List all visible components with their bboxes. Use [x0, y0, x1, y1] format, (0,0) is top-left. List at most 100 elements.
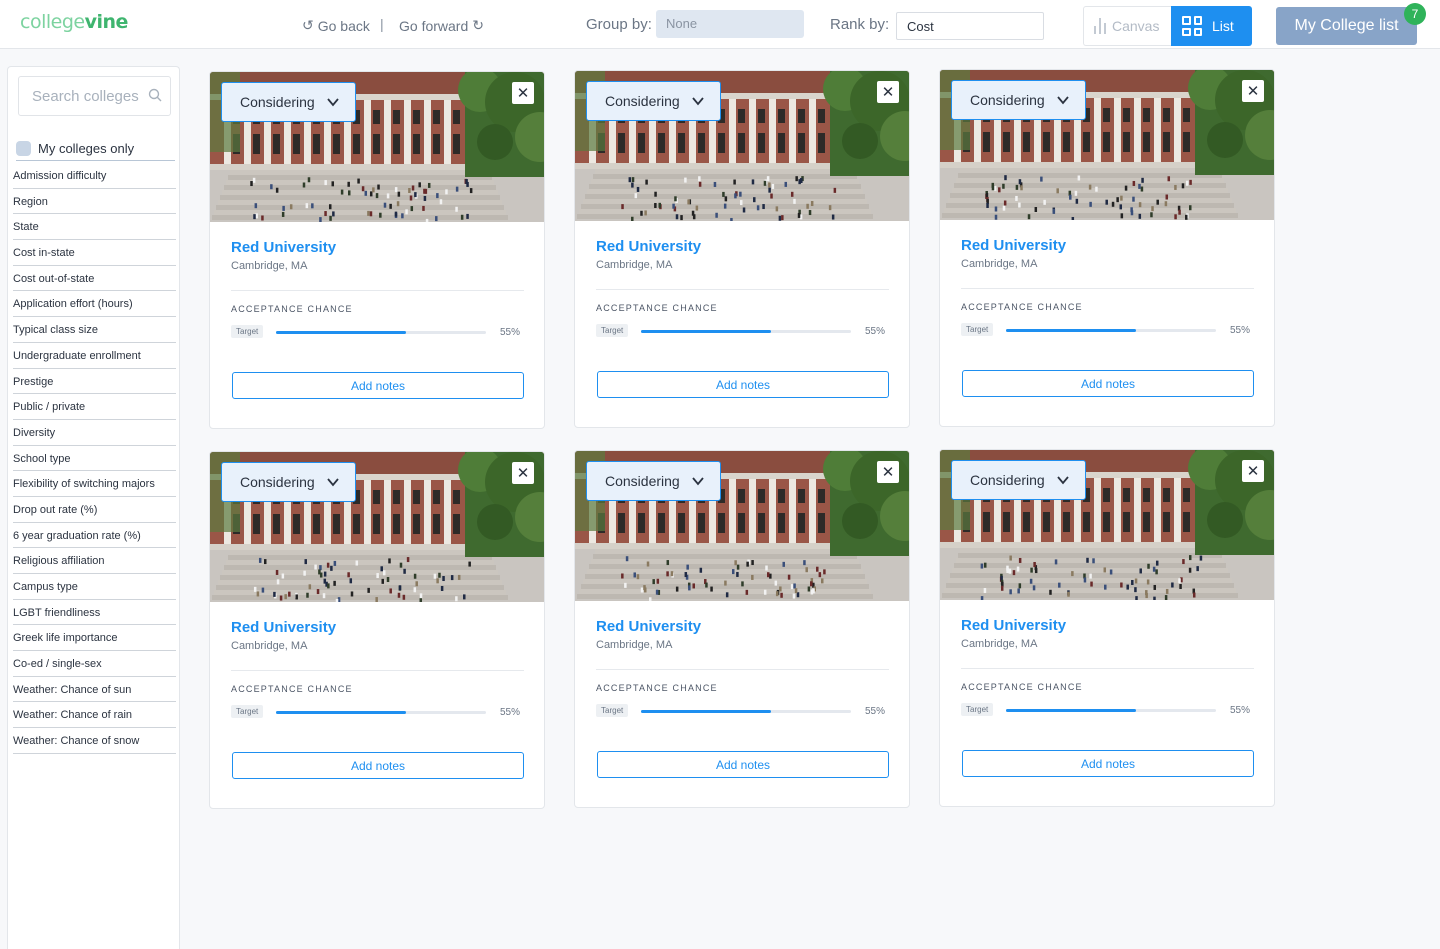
remove-college-button[interactable]: ✕ [877, 81, 899, 103]
filter-item[interactable]: Admission difficulty [13, 163, 176, 189]
filter-item[interactable]: State [13, 214, 176, 241]
card-divider [231, 670, 524, 671]
filter-item[interactable]: Co-ed / single-sex [13, 651, 176, 677]
status-dropdown[interactable]: Considering [221, 82, 356, 122]
group-by-select[interactable]: None [656, 10, 804, 38]
filter-item[interactable]: Weather: Chance of rain [13, 702, 176, 729]
top-bar: collegevine ↺ Go back | Go forward ↻ Gro… [0, 0, 1440, 49]
admission-category-badge: Target [596, 324, 629, 337]
grid-icon [1182, 16, 1202, 36]
list-view-label: List [1212, 18, 1234, 34]
filter-item[interactable]: Diversity [13, 420, 176, 446]
acceptance-chance-heading: ACCEPTANCE CHANCE [596, 303, 718, 313]
canvas-view-button[interactable]: Canvas [1083, 6, 1171, 46]
nav-separator: | [380, 16, 384, 32]
filter-item[interactable]: Prestige [13, 369, 176, 395]
chevron-down-icon [1057, 476, 1069, 485]
status-label: Considering [240, 474, 315, 490]
filter-item[interactable]: Flexibility of switching majors [13, 471, 176, 497]
college-location: Cambridge, MA [231, 260, 308, 272]
close-icon: ✕ [516, 85, 530, 102]
add-notes-button[interactable]: Add notes [597, 751, 889, 778]
chevron-down-icon [327, 98, 339, 107]
filter-item[interactable]: Weather: Chance of sun [13, 677, 176, 703]
add-notes-button[interactable]: Add notes [962, 750, 1254, 777]
chevron-down-icon [1057, 96, 1069, 105]
add-notes-button[interactable]: Add notes [232, 372, 524, 399]
filter-item[interactable]: Public / private [13, 394, 176, 420]
filter-item[interactable]: Religious affiliation [13, 548, 176, 574]
admission-category-badge: Target [596, 704, 629, 717]
filter-item[interactable]: Greek life importance [13, 625, 176, 652]
filter-item[interactable]: 6 year graduation rate (%) [13, 523, 176, 549]
remove-college-button[interactable]: ✕ [877, 461, 899, 483]
acceptance-chance-fill [641, 330, 772, 333]
filter-item[interactable]: Undergraduate enrollment [13, 343, 176, 369]
status-dropdown[interactable]: Considering [586, 81, 721, 121]
admission-category-badge: Target [231, 705, 264, 718]
acceptance-chance-value: 55% [499, 327, 520, 338]
chevron-down-icon [692, 477, 704, 486]
rank-by-select[interactable]: Cost [896, 12, 1044, 40]
list-view-button[interactable]: List [1171, 6, 1252, 46]
acceptance-chance-value: 55% [499, 707, 520, 718]
filter-item[interactable]: LGBT friendliness [13, 600, 176, 626]
status-dropdown[interactable]: Considering [951, 460, 1086, 500]
remove-college-button[interactable]: ✕ [1242, 80, 1264, 102]
canvas-view-label: Canvas [1112, 18, 1160, 34]
filter-item[interactable]: Cost out-of-state [13, 266, 176, 292]
college-card[interactable]: Considering ✕ Red University Cambridge, … [209, 451, 545, 809]
remove-college-button[interactable]: ✕ [1242, 460, 1264, 482]
admission-category-badge: Target [961, 703, 994, 716]
college-name[interactable]: Red University [961, 237, 1066, 254]
collegevine-logo[interactable]: collegevine [20, 11, 128, 33]
college-name[interactable]: Red University [596, 618, 701, 635]
go-forward-button[interactable]: Go forward ↻ [399, 17, 484, 34]
filter-item[interactable]: Campus type [13, 574, 176, 600]
filter-item[interactable]: Typical class size [13, 317, 176, 343]
college-card[interactable]: Considering ✕ Red University Cambridge, … [574, 70, 910, 428]
status-label: Considering [605, 473, 680, 489]
filter-item[interactable]: Application effort (hours) [13, 291, 176, 318]
add-notes-button[interactable]: Add notes [597, 371, 889, 398]
go-back-button[interactable]: ↺ Go back [302, 17, 370, 34]
college-card[interactable]: Considering ✕ Red University Cambridge, … [939, 69, 1275, 427]
remove-college-button[interactable]: ✕ [512, 462, 534, 484]
college-name[interactable]: Red University [231, 619, 336, 636]
add-notes-button[interactable]: Add notes [232, 752, 524, 779]
close-icon: ✕ [881, 464, 895, 481]
card-divider [961, 288, 1254, 289]
college-name[interactable]: Red University [961, 617, 1066, 634]
go-forward-label: Go forward [399, 17, 469, 34]
college-card[interactable]: Considering ✕ Red University Cambridge, … [939, 449, 1275, 807]
college-card[interactable]: Considering ✕ Red University Cambridge, … [574, 450, 910, 808]
filter-item[interactable]: Weather: Chance of snow [13, 728, 176, 754]
college-card[interactable]: Considering ✕ Red University Cambridge, … [209, 71, 545, 429]
filter-item[interactable]: Drop out rate (%) [13, 497, 176, 523]
admission-category-badge: Target [231, 325, 264, 338]
close-icon: ✕ [881, 84, 895, 101]
bar-chart-icon [1094, 18, 1106, 34]
status-label: Considering [240, 94, 315, 110]
my-college-list-button[interactable]: My College list [1276, 7, 1417, 45]
status-dropdown[interactable]: Considering [221, 462, 356, 502]
my-colleges-only-checkbox[interactable] [16, 141, 31, 156]
add-notes-button[interactable]: Add notes [962, 370, 1254, 397]
acceptance-chance-value: 55% [1229, 705, 1250, 716]
filter-item[interactable]: School type [13, 446, 176, 472]
search-icon [148, 88, 162, 102]
college-name[interactable]: Red University [231, 239, 336, 256]
filter-item[interactable]: Region [13, 189, 176, 215]
remove-college-button[interactable]: ✕ [512, 82, 534, 104]
status-dropdown[interactable]: Considering [586, 461, 721, 501]
acceptance-chance-bar [276, 711, 486, 714]
acceptance-chance-bar [276, 331, 486, 334]
search-colleges-input[interactable]: Search colleges [18, 76, 171, 116]
status-label: Considering [970, 92, 1045, 108]
status-dropdown[interactable]: Considering [951, 80, 1086, 120]
college-name[interactable]: Red University [596, 238, 701, 255]
my-colleges-only-toggle[interactable]: My colleges only [16, 137, 175, 161]
card-divider [596, 289, 889, 290]
filter-item[interactable]: Cost in-state [13, 240, 176, 266]
close-icon: ✕ [516, 465, 530, 482]
